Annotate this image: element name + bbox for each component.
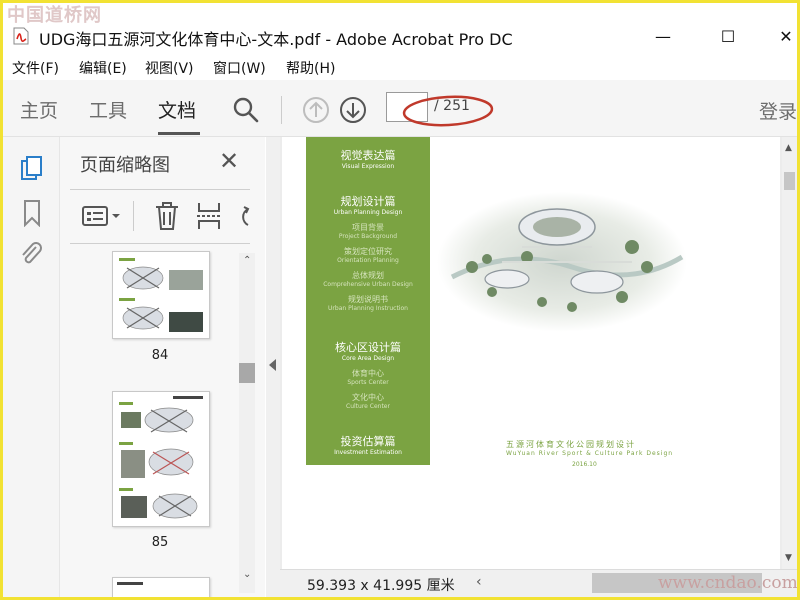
toc-section-subtitle: Visual Expression	[341, 163, 395, 170]
main-toolbar: 主页 工具 文档 / 251 登录	[3, 80, 797, 137]
thumbnails-scroll-thumb[interactable]	[239, 363, 255, 383]
toc-section-subtitle: Core Area Design	[341, 355, 395, 362]
scroll-down-arrow[interactable]: ▼	[785, 553, 792, 563]
toc-section-title: 视觉表达篇	[340, 149, 396, 162]
page-thumbnail-85[interactable]	[112, 391, 210, 527]
menu-help[interactable]: 帮助(H)	[286, 58, 335, 78]
thumbnail-image	[119, 258, 203, 332]
menu-bar: 文件(F) 编辑(E) 视图(V) 窗口(W) 帮助(H)	[3, 54, 797, 80]
thumbnail-page-number: 85	[151, 535, 169, 550]
project-subtitle: WuYuan River Sport & Culture Park Design	[506, 450, 674, 457]
menu-window[interactable]: 窗口(W)	[213, 58, 266, 78]
toc-item-en: Project Background	[338, 233, 398, 240]
toc-item: 规划说明书	[348, 295, 388, 304]
toc-section-title: 规划设计篇	[340, 195, 396, 208]
search-icon[interactable]	[232, 96, 260, 124]
red-annotation-ellipse	[402, 95, 494, 127]
delete-page-icon[interactable]	[154, 201, 180, 231]
toc-item: 总体规划	[352, 271, 384, 280]
bookmarks-icon[interactable]	[22, 199, 42, 227]
toc-section-title: 投资估算篇	[340, 435, 396, 448]
tab-home[interactable]: 主页	[20, 96, 58, 123]
minimize-button[interactable]: —	[643, 24, 683, 50]
close-panel-icon[interactable]: ✕	[219, 147, 239, 175]
rotate-page-icon[interactable]	[234, 203, 252, 231]
page-thumbnails-panel: 页面缩略图 ✕ 84 85 ⌃ ⌄	[60, 137, 265, 597]
toc-item-en: Sports Center	[347, 379, 389, 386]
panel-divider	[70, 189, 250, 190]
collapse-panel-handle[interactable]	[266, 137, 280, 597]
scroll-left-arrow[interactable]: ‹	[476, 574, 482, 590]
options-divider	[133, 201, 134, 231]
menu-view[interactable]: 视图(V)	[145, 58, 194, 78]
navigation-pane-bar	[3, 137, 60, 597]
acrobat-window: 中国道桥网 UDG海口五源河文化体育中心-文本.pdf - Adobe Acro…	[0, 0, 800, 600]
toolbar-divider	[281, 96, 282, 124]
document-vertical-scrollbar[interactable]: ▲ ▼	[782, 137, 797, 569]
maximize-button[interactable]: ☐	[708, 24, 748, 50]
attachments-icon[interactable]	[18, 241, 44, 269]
toc-item-en: Comprehensive Urban Design	[323, 281, 413, 288]
page-dimensions: 59.393 x 41.995 厘米	[307, 578, 455, 594]
thumbnail-image	[119, 396, 203, 519]
thumbnail-options-icon[interactable]	[82, 205, 122, 227]
tab-tools[interactable]: 工具	[89, 96, 127, 123]
scroll-down-arrow[interactable]: ⌄	[243, 569, 251, 580]
toc-section-subtitle: Urban Planning Design	[333, 209, 403, 216]
scroll-up-arrow[interactable]: ▲	[785, 143, 792, 153]
page-thumbnail-next[interactable]	[112, 577, 210, 597]
toc-item-en: Culture Center	[346, 403, 390, 410]
toc-item: 体育中心	[352, 369, 384, 378]
menu-edit[interactable]: 编辑(E)	[79, 58, 127, 78]
document-scroll-thumb[interactable]	[784, 172, 795, 190]
tab-document[interactable]: 文档	[158, 96, 196, 123]
watermark-url: www.cndao.com	[658, 573, 798, 593]
pdf-page: 视觉表达篇 Visual Expression 规划设计篇 Urban Plan…	[282, 137, 780, 569]
active-tab-indicator	[158, 132, 200, 135]
toc-item-en: Orientation Planning	[337, 257, 399, 264]
window-title: UDG海口五源河文化体育中心-文本.pdf - Adobe Acrobat Pr…	[39, 30, 513, 49]
extract-page-icon[interactable]	[196, 201, 222, 231]
table-of-contents-bar: 视觉表达篇 Visual Expression 规划设计篇 Urban Plan…	[306, 137, 430, 465]
close-window-button[interactable]: ✕	[766, 24, 797, 50]
project-title: 五源河体育文化公园规划设计	[506, 440, 636, 449]
title-bar: UDG海口五源河文化体育中心-文本.pdf - Adobe Acrobat Pr…	[3, 20, 797, 54]
page-thumbnails-icon[interactable]	[20, 155, 44, 183]
status-bar: 59.393 x 41.995 厘米 ‹ www.cndao.com	[280, 569, 798, 597]
page-thumbnail-84[interactable]	[112, 251, 210, 339]
next-page-icon[interactable]	[339, 96, 367, 124]
previous-page-icon[interactable]	[302, 96, 330, 124]
aerial-rendering-image	[437, 192, 687, 332]
thumbnails-scrollbar[interactable]	[239, 253, 255, 593]
panel-title: 页面缩略图	[80, 155, 170, 176]
thumbnail-page-number: 84	[151, 348, 169, 363]
toc-item: 项目背景	[352, 223, 384, 232]
toc-section-title: 核心区设计篇	[335, 341, 401, 354]
project-date: 2016.10	[572, 461, 597, 468]
collapse-arrow-icon	[269, 359, 276, 371]
menu-file[interactable]: 文件(F)	[12, 58, 59, 78]
toc-section-subtitle: Investment Estimation	[334, 449, 402, 456]
scroll-up-arrow[interactable]: ⌃	[243, 255, 251, 266]
document-view: 视觉表达篇 Visual Expression 规划设计篇 Urban Plan…	[280, 137, 782, 569]
toc-item-en: Urban Planning Instruction	[328, 305, 408, 312]
toc-item: 策划定位研究	[344, 247, 392, 256]
pdf-file-icon	[13, 27, 29, 45]
toc-item: 文化中心	[352, 393, 384, 402]
panel-divider-2	[70, 243, 250, 244]
login-link[interactable]: 登录	[759, 97, 797, 124]
